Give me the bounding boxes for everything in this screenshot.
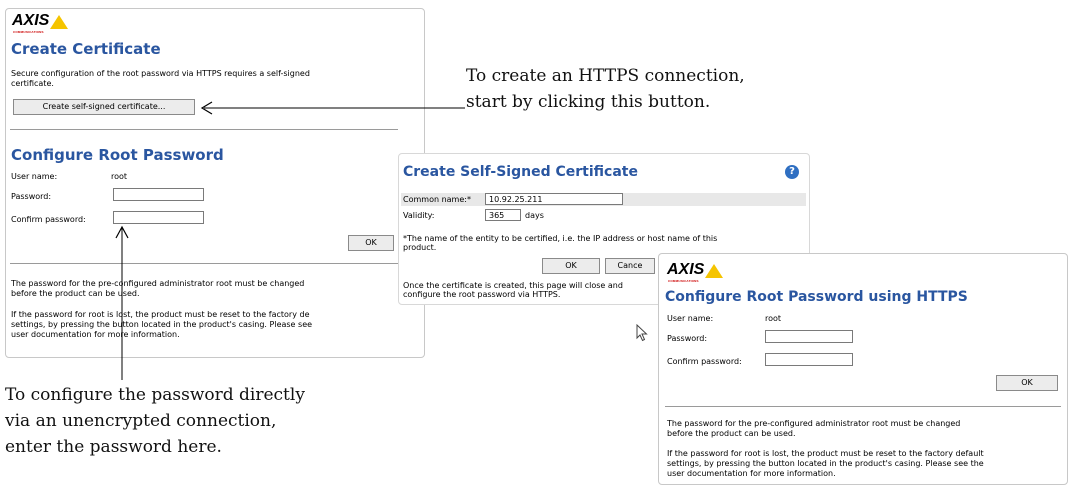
arrow-to-button-icon [200,101,465,115]
help-icon[interactable]: ? [785,165,799,179]
username-label: User name: [11,172,58,181]
create-cert-text-line1: Secure configuration of the root passwor… [11,69,310,78]
https-lost-note-line3: user documentation for more information. [667,469,836,478]
https-admin-note-line2: before the product can be used. [667,429,796,438]
direct-callout-line2: via an unencrypted connection, [5,411,277,431]
axis-logo: AXIS COMMUNICATIONS [667,261,727,283]
confirm-password-label: Confirm password: [11,215,86,224]
dialog-ok-button[interactable]: OK [542,258,600,274]
axis-logo-triangle-icon [50,15,68,29]
axis-logo-text: AXIS [667,261,705,278]
https-password-field[interactable] [765,330,853,343]
common-name-footnote-line1: *The name of the entity to be certified,… [403,234,718,243]
https-username-value: root [765,314,782,323]
divider [665,406,1061,407]
validity-field[interactable]: 365 [485,209,521,221]
create-cert-text-line2: certificate. [11,79,54,88]
password-label: Password: [11,192,52,201]
create-self-signed-certificate-button[interactable]: Create self-signed certificate... [13,99,195,115]
divider [10,129,398,130]
validity-label: Validity: [403,211,435,220]
https-lost-note-line1: If the password for root is lost, the pr… [667,449,984,458]
direct-callout-line1: To configure the password directly [5,385,305,405]
mouse-cursor-icon [636,324,648,342]
common-name-field[interactable]: 10.92.25.211 [485,193,623,205]
confirm-password-field[interactable] [113,211,204,224]
dialog-info-line2: configure the root password via HTTPS. [403,290,561,299]
self-signed-dialog-title: Create Self-Signed Certificate [403,164,638,180]
lost-password-note-line2: settings, by pressing the button located… [11,320,313,329]
help-icon-glyph: ? [789,166,795,177]
dialog-cancel-button[interactable]: Cance [605,258,655,274]
https-confirm-password-field[interactable] [765,353,853,366]
axis-logo: AXIS COMMUNICATIONS [12,12,72,34]
divider [10,263,398,264]
axis-logo-triangle-icon [705,264,723,278]
https-root-password-title: Configure Root Password using HTTPS [665,289,968,305]
common-name-footnote-line2: product. [403,243,437,252]
ok-button[interactable]: OK [348,235,394,251]
direct-callout-line3: enter the password here. [5,437,222,457]
password-field[interactable] [113,188,204,201]
axis-logo-text: AXIS [12,12,50,29]
axis-logo-subtext: COMMUNICATIONS [668,279,699,283]
https-lost-note-line2: settings, by pressing the button located… [667,459,984,468]
https-callout-line1: To create an HTTPS connection, [466,66,745,86]
https-callout-line2: start by clicking this button. [466,92,711,112]
common-name-label: Common name:* [403,195,471,204]
create-cert-title: Create Certificate [11,40,161,58]
username-value: root [111,172,128,181]
https-admin-note-line1: The password for the pre-configured admi… [667,419,961,428]
left-config-panel [5,8,425,358]
arrow-to-password-icon [115,225,129,380]
axis-logo-subtext: COMMUNICATIONS [13,30,44,34]
root-password-title: Configure Root Password [11,146,224,164]
https-ok-button[interactable]: OK [996,375,1058,391]
lost-password-note-line1: If the password for root is lost, the pr… [11,310,310,319]
https-confirm-password-label: Confirm password: [667,357,742,366]
https-username-label: User name: [667,314,714,323]
https-password-label: Password: [667,334,708,343]
validity-unit: days [525,211,544,220]
lost-password-note-line3: user documentation for more information. [11,330,180,339]
admin-password-note-line1: The password for the pre-configured admi… [11,279,305,288]
